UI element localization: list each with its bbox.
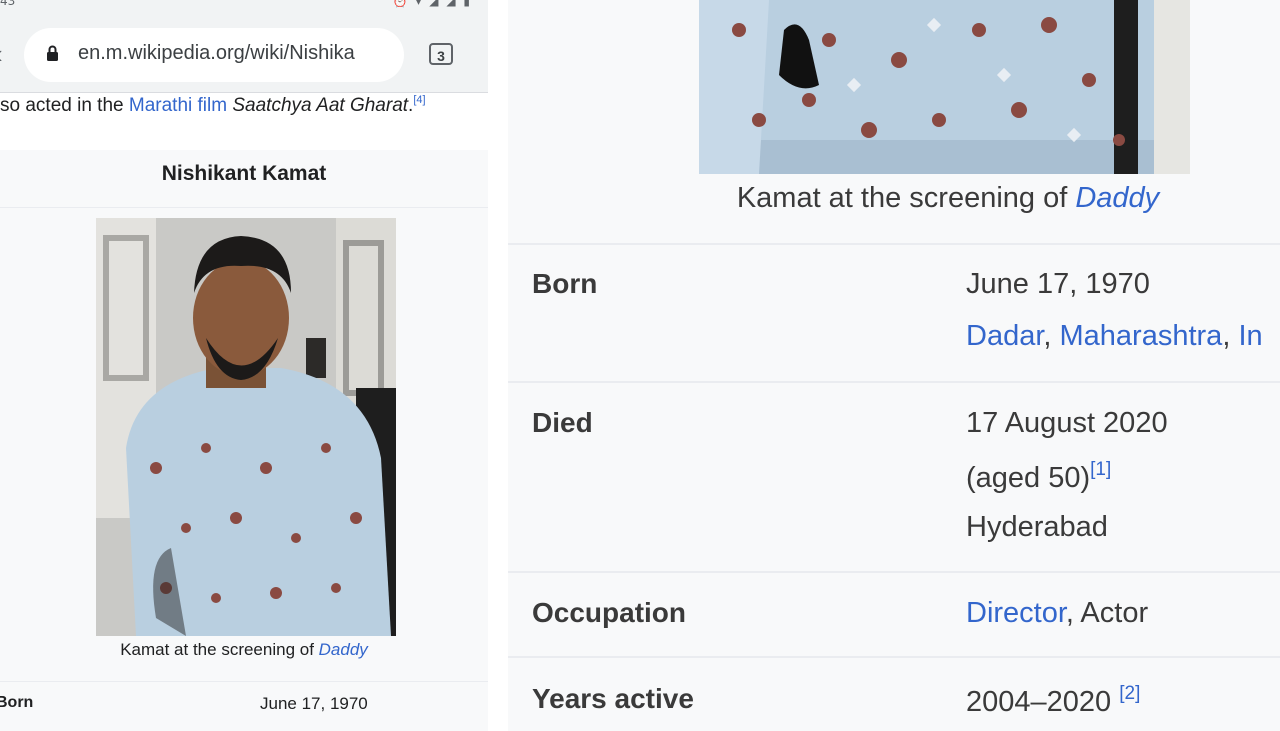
intro-prefix: so acted in the xyxy=(0,95,129,116)
died-age: (aged 50)[1] xyxy=(966,459,1111,495)
portrait-photo-zoomed[interactable] xyxy=(699,0,1190,174)
divider xyxy=(508,243,1280,245)
divider xyxy=(508,571,1280,573)
back-arrow-icon[interactable]: ‹ xyxy=(0,39,3,70)
photo-caption: Kamat at the screening of Daddy xyxy=(0,640,488,660)
years-active-text: 2004–2020 xyxy=(966,686,1112,718)
died-label: Died xyxy=(532,407,593,438)
india-link[interactable]: In xyxy=(1238,320,1262,352)
occupation-rest: , Actor xyxy=(1065,597,1149,629)
caption-text: Kamat at the screening of xyxy=(736,182,1076,214)
film-link[interactable]: film xyxy=(198,95,228,116)
occupation-value: Director, Actor xyxy=(966,597,1148,630)
url-text: en.m.wikipedia.org/wiki/Nishika xyxy=(78,42,355,64)
occupation-label: Occupation xyxy=(532,597,687,628)
reference-link[interactable]: [2] xyxy=(1119,683,1140,704)
divider xyxy=(0,681,488,682)
zoomed-infobox: Kamat at the screening of Daddy Born Jun… xyxy=(508,0,1280,731)
daddy-link[interactable]: Daddy xyxy=(319,640,368,659)
hyderabad-link[interactable]: Hyderabad xyxy=(966,511,1108,544)
status-bar: 43 ⏰ ▾ ◢ ◢ ▮ xyxy=(0,0,488,14)
divider xyxy=(508,381,1280,383)
reference-link[interactable]: [1] xyxy=(1090,459,1111,480)
maharashtra-link[interactable]: Maharashtra xyxy=(1060,320,1223,352)
address-bar[interactable]: en.m.wikipedia.org/wiki/Nishika xyxy=(24,28,404,82)
dadar-link[interactable]: Dadar xyxy=(966,320,1043,352)
years-active-value: 2004–2020 [2] xyxy=(966,683,1140,719)
browser-toolbar: ‹ en.m.wikipedia.org/wiki/Nishika 3 xyxy=(0,14,488,92)
infobox: Nishikant Kamat Kamat at the screening o… xyxy=(0,150,488,731)
portrait-photo[interactable] xyxy=(96,218,396,636)
born-date: June 17, 1970 xyxy=(966,268,1150,300)
panel-gap xyxy=(488,0,508,731)
marathi-link[interactable]: Marathi xyxy=(129,95,192,116)
director-link[interactable]: Director xyxy=(966,597,1066,629)
intro-text: so acted in the Marathi film Saatchya Aa… xyxy=(0,94,426,117)
died-date: 17 August 2020 xyxy=(966,407,1168,439)
divider xyxy=(0,207,488,208)
reference-link[interactable]: [4] xyxy=(413,94,425,106)
died-age-text: (aged 50) xyxy=(966,462,1091,494)
lock-icon xyxy=(47,45,58,61)
born-place: Dadar, Maharashtra, In xyxy=(966,320,1263,352)
tab-switcher-button[interactable]: 3 xyxy=(429,43,453,65)
caption-text: Kamat at the screening of xyxy=(120,640,319,659)
infobox-title: Nishikant Kamat xyxy=(161,162,327,185)
born-label: Born xyxy=(0,694,34,711)
mobile-screenshot: 43 ⏰ ▾ ◢ ◢ ▮ ‹ en.m.wikipedia.org/wiki/N… xyxy=(0,0,488,731)
photo-caption-zoomed: Kamat at the screening of Daddy xyxy=(508,182,1280,215)
status-time: 43 xyxy=(0,0,16,8)
born-label: Born xyxy=(532,268,598,299)
years-active-label: Years active xyxy=(532,683,694,714)
toolbar-divider xyxy=(0,92,488,93)
divider xyxy=(508,656,1280,658)
film-title: Saatchya Aat Gharat xyxy=(232,95,409,116)
born-value: June 17, 1970 xyxy=(260,694,368,713)
daddy-link[interactable]: Daddy xyxy=(1075,182,1159,214)
status-icons: ⏰ ▾ ◢ ◢ ▮ xyxy=(392,0,472,8)
